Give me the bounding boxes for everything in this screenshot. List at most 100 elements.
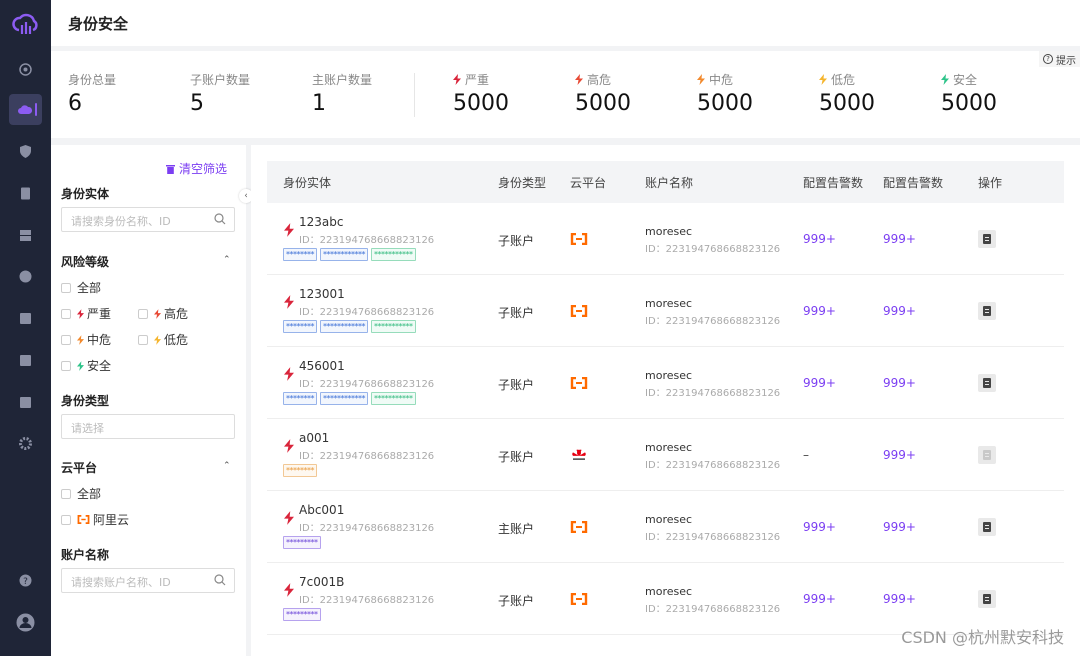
bolt-icon [941, 73, 949, 85]
alert-count-link[interactable]: 999+ [883, 448, 916, 462]
page-header: 身份安全 [51, 0, 1080, 46]
shield-icon[interactable] [18, 144, 33, 159]
alert-icon[interactable] [18, 269, 33, 284]
stat-risk-critical: 严重 5000 [453, 72, 509, 116]
entity-search-input[interactable]: 请搜索身份名称、ID [61, 207, 235, 232]
detail-button[interactable] [978, 518, 996, 536]
tag: ******** [283, 464, 317, 477]
filter-risk-title: 风险等级 [61, 255, 110, 269]
tag: ************ [320, 320, 368, 333]
bolt-icon [575, 73, 583, 85]
bolt-icon [77, 308, 84, 319]
sidebar-item-identity-active[interactable] [9, 94, 42, 125]
risk-option-high[interactable]: 高危 [138, 305, 188, 322]
risk-option-safe[interactable]: 安全 [61, 357, 111, 374]
tag: ************ [320, 392, 368, 405]
alert-count-link[interactable]: 999+ [803, 232, 836, 246]
document-icon [983, 594, 991, 604]
document-icon [983, 522, 991, 532]
aliyun-icon [77, 515, 90, 524]
report-icon[interactable] [18, 311, 33, 326]
risk-option-medium[interactable]: 中危 [61, 331, 111, 348]
aliyun-icon [570, 593, 588, 605]
stat-main-accounts: 主账户数量 1 [312, 72, 373, 117]
filter-entity-title: 身份实体 [61, 187, 110, 201]
col-cloud: 云平台 [570, 176, 607, 190]
bolt-icon [154, 308, 161, 319]
table-header: 身份实体 身份类型 云平台 账户名称 配置告警数 配置告警数 操作 [267, 161, 1064, 203]
svg-text:?: ? [23, 577, 28, 587]
alert-count-link[interactable]: 999+ [803, 376, 836, 390]
tag: *********** [371, 392, 416, 405]
user-avatar-icon[interactable] [16, 613, 35, 632]
bolt-icon [284, 223, 294, 237]
alert-count-link[interactable]: 999+ [883, 520, 916, 534]
stat-risk-low: 低危 5000 [819, 72, 875, 116]
dashboard-icon[interactable] [18, 62, 33, 77]
bolt-icon [284, 511, 294, 525]
risk-option-all[interactable]: 全部 [61, 279, 101, 296]
bolt-icon [77, 334, 84, 345]
cloud-option-aliyun[interactable]: 阿里云 [61, 511, 129, 528]
col-entity: 身份实体 [283, 176, 332, 190]
bolt-icon [284, 439, 294, 453]
cloud-option-all[interactable]: 全部 [61, 485, 101, 502]
alert-count-link[interactable]: 999+ [883, 376, 916, 390]
server-icon[interactable] [18, 228, 33, 243]
stat-risk-safe: 安全 5000 [941, 72, 997, 116]
alert-count-link[interactable]: 999+ [803, 304, 836, 318]
help-icon: ? [1043, 54, 1053, 64]
chevron-up-icon[interactable]: ⌃ [223, 461, 231, 471]
tag: *********** [371, 248, 416, 261]
tag: *********** [371, 320, 416, 333]
help-icon[interactable]: ? [18, 573, 33, 588]
document-icon [983, 378, 991, 388]
filter-type-title: 身份类型 [61, 394, 110, 408]
clear-filter-button[interactable]: 清空筛选 [166, 160, 227, 177]
alert-count-link[interactable]: 999+ [883, 232, 916, 246]
alert-count-link[interactable]: 999+ [803, 520, 836, 534]
trash-icon [166, 164, 175, 174]
aliyun-icon [570, 377, 588, 389]
document-icon[interactable] [18, 186, 33, 201]
identity-table-panel: 身份实体 身份类型 云平台 账户名称 配置告警数 配置告警数 操作 123abc… [251, 145, 1080, 656]
account-search-input[interactable]: 请搜索账户名称、ID [61, 568, 235, 593]
gear-icon[interactable] [18, 436, 33, 451]
detail-button[interactable] [978, 302, 996, 320]
document-icon [983, 234, 991, 244]
bolt-icon [284, 583, 294, 597]
audit-icon[interactable] [18, 395, 33, 410]
page-title: 身份安全 [68, 15, 129, 33]
identity-type-select[interactable]: 请选择 [61, 414, 235, 439]
risk-option-critical[interactable]: 严重 [61, 305, 111, 322]
alert-count-link[interactable]: 999+ [883, 304, 916, 318]
cloud-logo-icon[interactable] [12, 12, 39, 36]
detail-button[interactable] [978, 590, 996, 608]
filter-account-title: 账户名称 [61, 548, 110, 562]
alert-count-link[interactable]: 999+ [803, 592, 836, 606]
table-row[interactable]: 123001 ID：223194768668823126 ******** ***… [267, 275, 1064, 347]
table-row[interactable]: 456001 ID：223194768668823126 ******** ***… [267, 347, 1064, 419]
table-row[interactable]: Abc001 ID：223194768668823126 ********* 主… [267, 491, 1064, 563]
chart-icon[interactable] [18, 353, 33, 368]
risk-option-low[interactable]: 低危 [138, 331, 188, 348]
document-icon [983, 450, 991, 460]
tag: ******** [283, 248, 317, 261]
chevron-up-icon[interactable]: ⌃ [223, 255, 231, 265]
bolt-icon [284, 367, 294, 381]
detail-button[interactable] [978, 230, 996, 248]
detail-button[interactable] [978, 374, 996, 392]
aliyun-icon [570, 233, 588, 245]
tip-button[interactable]: ? 提示 [1039, 51, 1080, 67]
table-row[interactable]: a001 ID：223194768668823126 ******** 子账户 … [267, 419, 1064, 491]
document-icon [983, 306, 991, 316]
table-row[interactable]: 123abc ID：223194768668823126 ******** ***… [267, 203, 1064, 275]
search-icon [214, 574, 226, 586]
stat-risk-high: 高危 5000 [575, 72, 631, 116]
col-account: 账户名称 [645, 176, 694, 190]
tag: ********* [283, 536, 321, 549]
alert-count-link[interactable]: 999+ [883, 592, 916, 606]
huawei-cloud-icon [572, 449, 586, 460]
tag: ************ [320, 248, 368, 261]
bolt-icon [154, 334, 161, 345]
